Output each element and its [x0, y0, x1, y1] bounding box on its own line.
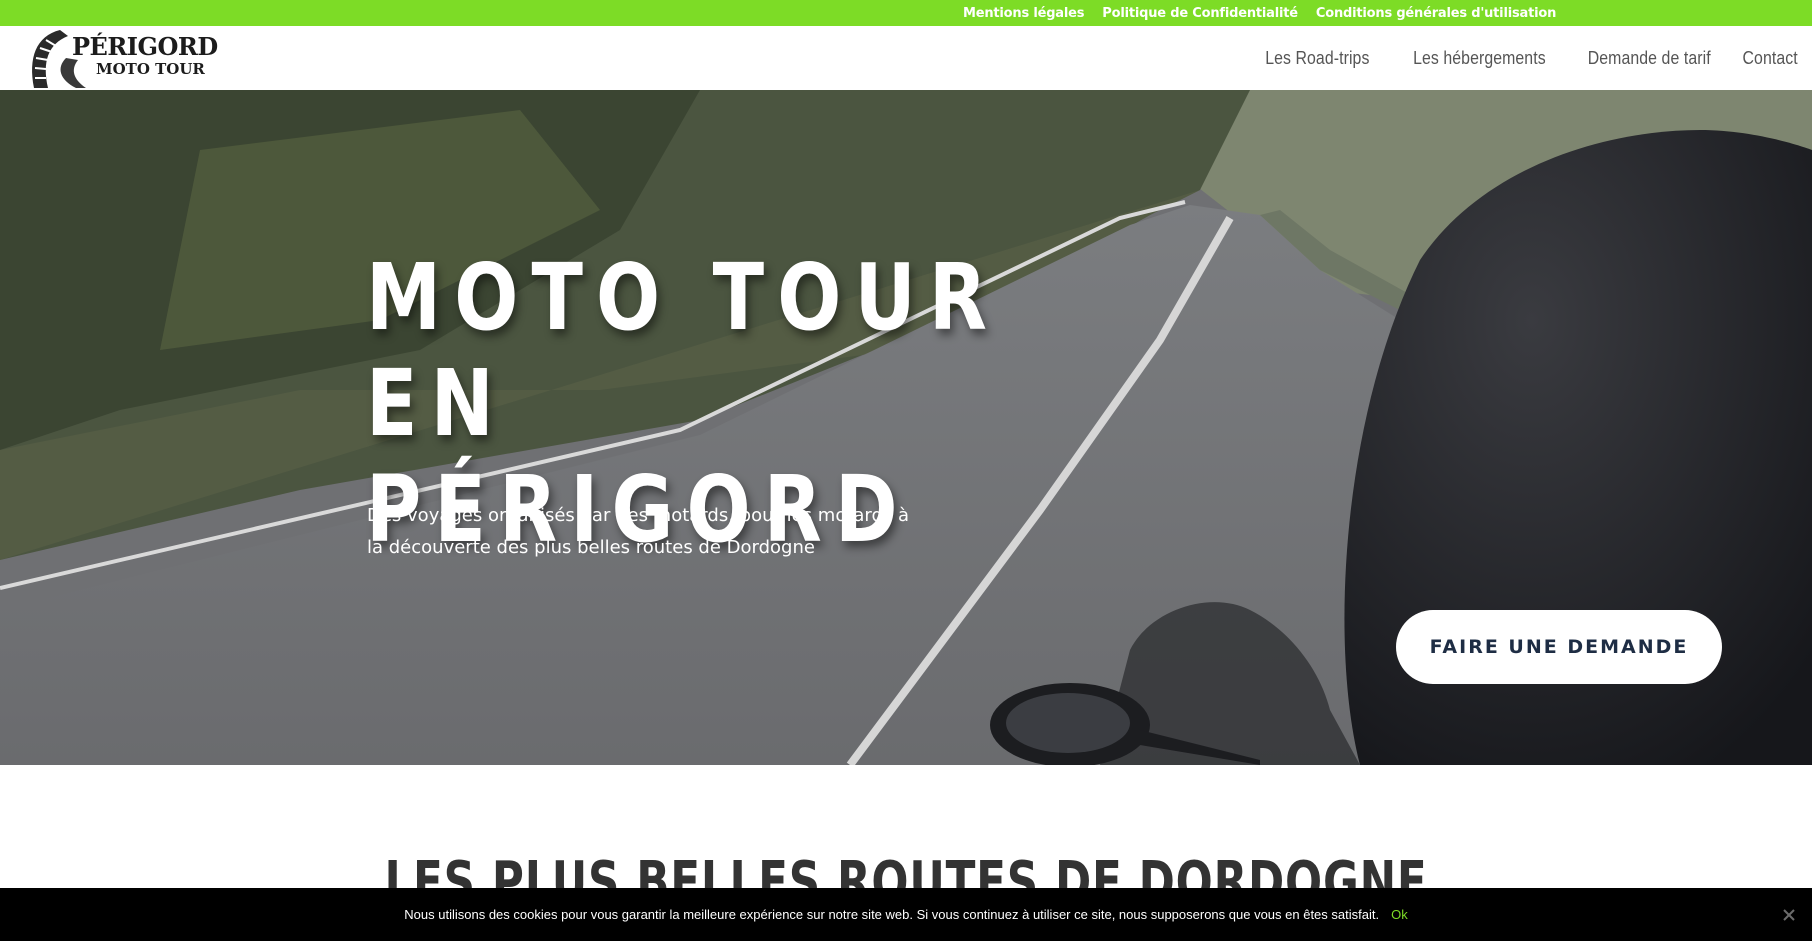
- link-politique-confidentialite[interactable]: Politique de Confidentialité: [1102, 6, 1298, 21]
- cookie-banner: Nous utilisons des cookies pour vous gar…: [0, 888, 1812, 941]
- site-header: PÉRIGORD MOTO TOUR Les Road-trips Les hé…: [0, 26, 1812, 90]
- hero-section: MOTO TOUR EN PÉRIGORD Des voyages organi…: [0, 90, 1812, 765]
- link-conditions-generales[interactable]: Conditions générales d'utilisation: [1316, 6, 1556, 21]
- nav-item-hebergements[interactable]: Les hébergements: [1413, 48, 1546, 69]
- logo-subtitle: MOTO TOUR: [96, 60, 205, 78]
- main-nav: Les Road-trips Les hébergements Demande …: [1251, 26, 1798, 90]
- cookie-text: Nous utilisons des cookies pour vous gar…: [404, 907, 1380, 922]
- hero-title-line1: MOTO TOUR EN: [366, 244, 1001, 457]
- close-icon[interactable]: [1782, 908, 1796, 922]
- request-button[interactable]: FAIRE UNE DEMANDE: [1396, 610, 1722, 684]
- nav-item-road-trips[interactable]: Les Road-trips: [1266, 48, 1370, 69]
- cookie-ok-button[interactable]: Ok: [1391, 907, 1408, 922]
- site-logo[interactable]: PÉRIGORD MOTO TOUR: [26, 28, 226, 90]
- logo-title: PÉRIGORD: [72, 32, 218, 61]
- top-bar: Mentions légales Politique de Confidenti…: [0, 0, 1812, 26]
- hero-subtitle: Des voyages organisés par des motards, p…: [367, 505, 910, 558]
- nav-item-contact[interactable]: Contact: [1743, 48, 1798, 69]
- legal-links: Mentions légales Politique de Confidenti…: [963, 0, 1556, 26]
- link-mentions-legales[interactable]: Mentions légales: [963, 6, 1084, 21]
- nav-item-demande-tarif[interactable]: Demande de tarif: [1587, 48, 1710, 69]
